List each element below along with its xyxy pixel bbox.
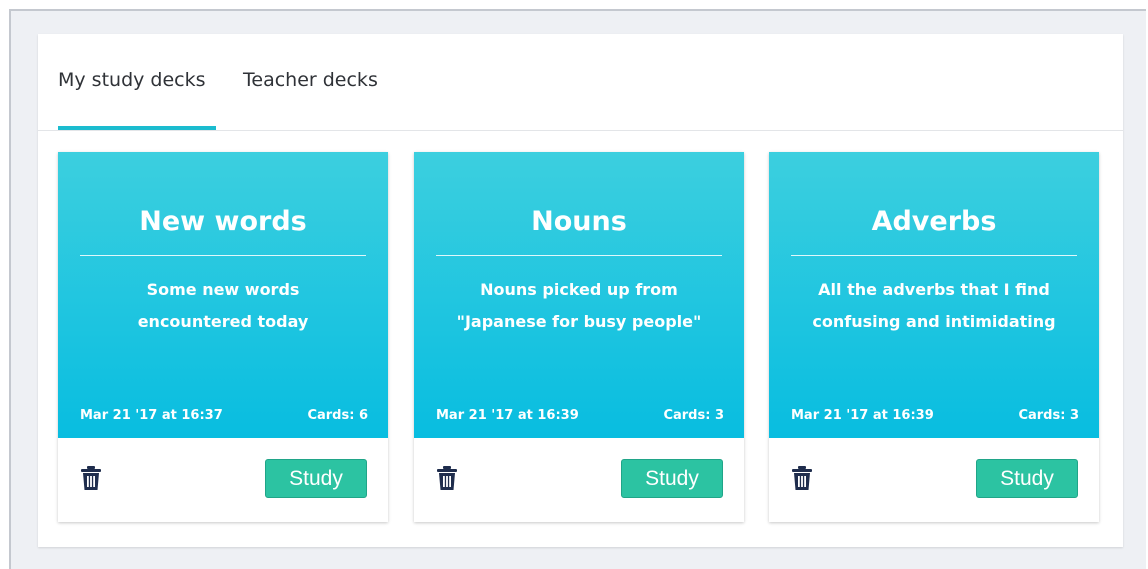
deck-date: Mar 21 '17 at 16:39 [436,408,579,423]
trash-icon[interactable] [791,465,813,491]
deck-divider [80,255,366,256]
decks-panel: My study decks Teacher decks New words S… [38,34,1123,547]
deck-title: New words [139,206,307,237]
deck-divider [436,255,722,256]
deck-card-count: Cards: 3 [1018,408,1079,423]
active-tab-indicator [58,126,216,130]
deck-card-adverbs: Adverbs All the adverbs that I find conf… [769,152,1099,522]
deck-card-count: Cards: 3 [663,408,724,423]
study-button[interactable]: Study [265,459,367,498]
trash-icon[interactable] [80,465,102,491]
deck-description: Nouns picked up from "Japanese for busy … [456,280,702,331]
app-frame: My study decks Teacher decks New words S… [9,9,1146,569]
tab-teacher-decks[interactable]: Teacher decks [243,69,378,91]
deck-title: Nouns [531,206,627,237]
deck-description: All the adverbs that I find confusing an… [812,280,1056,331]
deck-header: Nouns Nouns picked up from "Japanese for… [414,152,744,438]
deck-header: New words Some new words encountered tod… [58,152,388,438]
deck-date: Mar 21 '17 at 16:37 [80,408,223,423]
deck-divider [791,255,1077,256]
study-button[interactable]: Study [621,459,723,498]
deck-date: Mar 21 '17 at 16:39 [791,408,934,423]
deck-card-nouns: Nouns Nouns picked up from "Japanese for… [414,152,744,522]
deck-description: Some new words encountered today [137,280,309,331]
deck-card-new-words: New words Some new words encountered tod… [58,152,388,522]
deck-card-count: Cards: 6 [307,408,368,423]
trash-icon[interactable] [436,465,458,491]
tab-my-study-decks[interactable]: My study decks [58,69,206,91]
deck-header: Adverbs All the adverbs that I find conf… [769,152,1099,438]
study-button[interactable]: Study [976,459,1078,498]
deck-tabs: My study decks Teacher decks [38,34,1123,131]
deck-title: Adverbs [871,206,997,237]
